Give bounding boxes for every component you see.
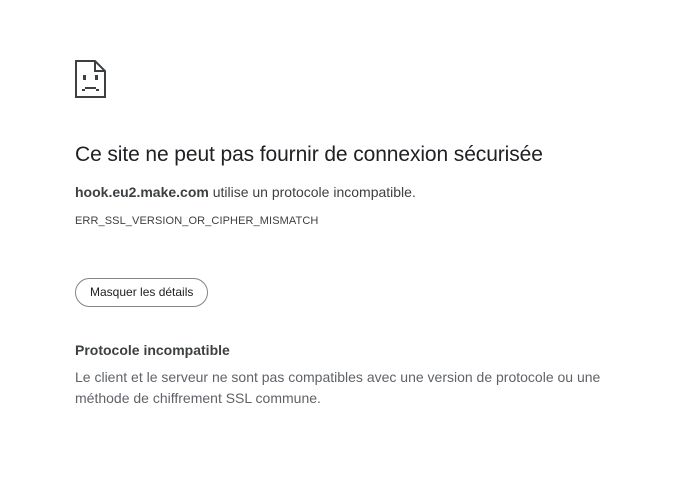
error-page: Ce site ne peut pas fournir de connexion… [75, 60, 635, 409]
hide-details-button[interactable]: Masquer les détails [75, 278, 209, 307]
page-title: Ce site ne peut pas fournir de connexion… [75, 143, 543, 166]
summary-text: utilise un protocole incompatible. [208, 184, 416, 200]
host-name: hook.eu2.make.com [75, 184, 209, 200]
error-summary: hook.eu2.make.com utilise un protocole i… [75, 182, 635, 202]
details-title: Protocole incompatible [75, 342, 230, 358]
details-text: Le client et le serveur ne sont pas comp… [75, 369, 601, 406]
broken-page-icon [75, 60, 106, 98]
error-code: ERR_SSL_VERSION_OR_CIPHER_MISMATCH [75, 215, 319, 227]
